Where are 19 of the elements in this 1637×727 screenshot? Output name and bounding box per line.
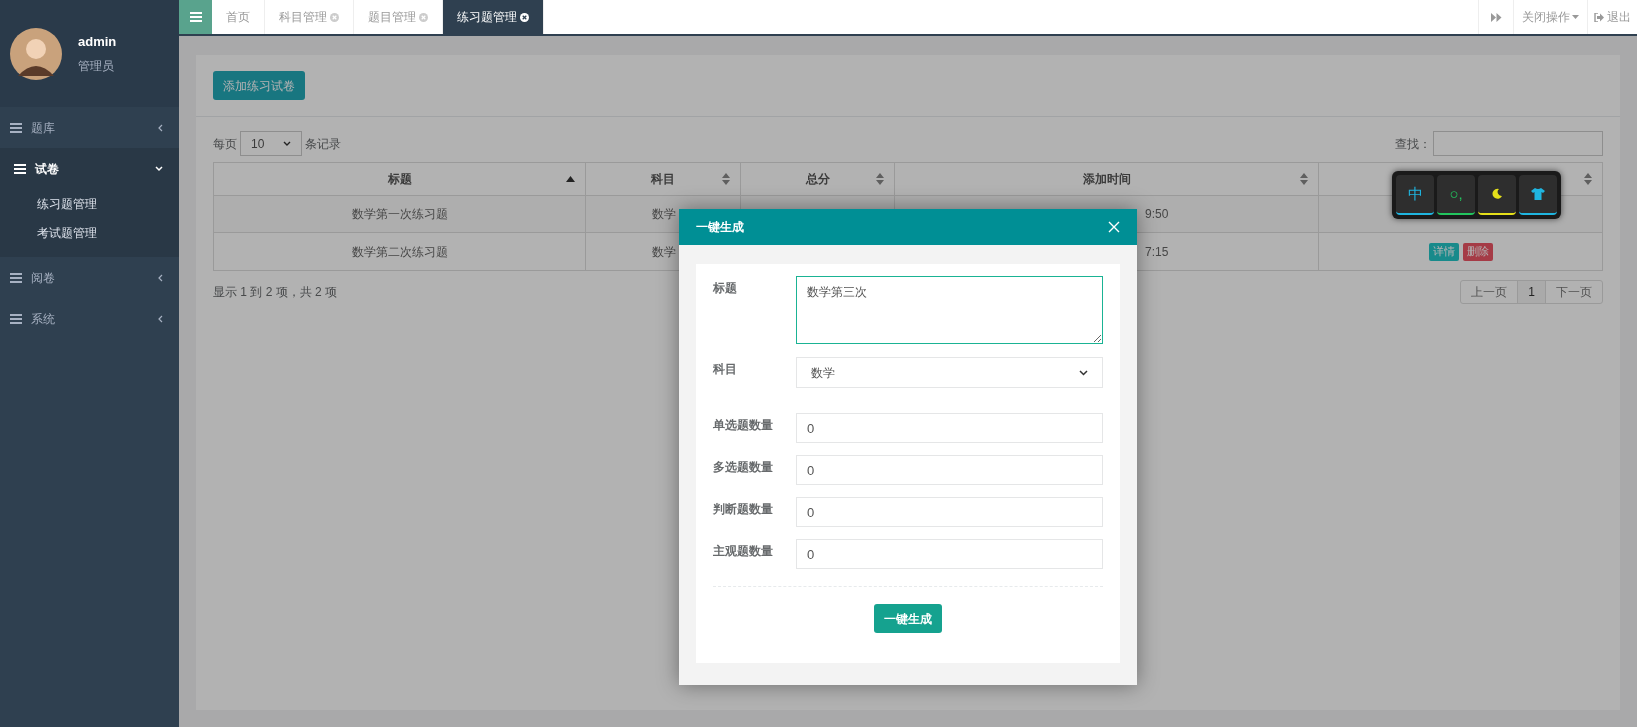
field-label: 单选题数量 [713,417,774,434]
dialog-title: 一键生成 [696,219,745,236]
table-cell-text: 数学 [652,206,676,223]
field-label: 标题 [713,280,738,297]
search-label: 查找： [1395,135,1431,153]
table-cell: 数学第一次练习题 [214,196,586,232]
table-cell-text: 9:50 [1145,206,1169,223]
user-role: 管理员 [78,58,115,76]
table-cell-text: 数学 [652,243,676,261]
field-label: 主观题数量 [713,543,774,560]
page-size-label: 每页 [213,135,237,153]
table-cell-text: 7:15 [1145,243,1169,261]
user-name: admin [78,32,117,51]
table-info: 显示 1 到 2 项，共 2 项 [213,284,338,301]
field-label: 判断题数量 [713,501,774,518]
field-label: 科目 [713,361,738,378]
page-size-label: 条记录 [305,135,341,153]
table-cell: 数学第二次练习题 [214,233,586,270]
field-label: 多选题数量 [713,459,774,476]
